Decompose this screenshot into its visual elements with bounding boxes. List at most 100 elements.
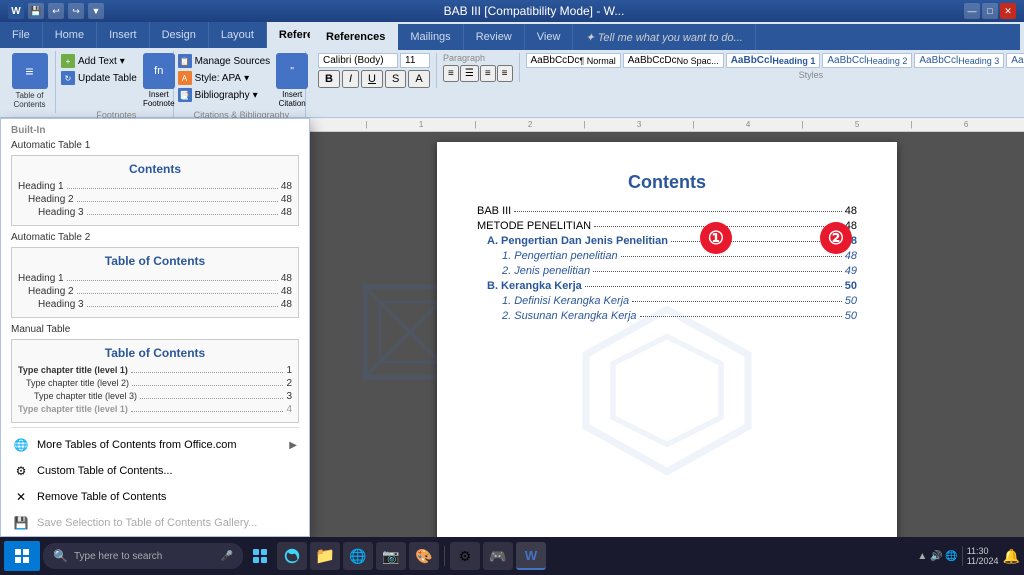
- custom-toc-item[interactable]: ⚙ Custom Table of Contents...: [1, 458, 309, 484]
- style-heading3[interactable]: AaBbCclHeading 3: [914, 53, 1004, 68]
- built-in-label: Built-In: [1, 119, 309, 138]
- close-button[interactable]: ✕: [1000, 3, 1016, 19]
- manual-table-l4: Type chapter title (level 1)4: [18, 403, 292, 416]
- align-center-btn[interactable]: ☰: [460, 65, 479, 82]
- style-heading2[interactable]: AaBbCclHeading 2: [822, 53, 912, 68]
- toc-entry-3: 1. Pengertian penelitian 48: [477, 250, 857, 262]
- style-normal[interactable]: AaBbCcDc¶ Normal: [526, 53, 621, 68]
- redo-icon[interactable]: ↪: [68, 3, 84, 19]
- insert-citation-btn[interactable]: ": [276, 53, 308, 89]
- tab-view-right[interactable]: View: [525, 24, 574, 50]
- task-view-btn[interactable]: [246, 542, 274, 570]
- app1-btn[interactable]: 🌐: [343, 542, 373, 570]
- style-btn[interactable]: A Style: APA▾: [175, 70, 274, 86]
- auto-table1-preview[interactable]: Contents Heading 148 Heading 248 Heading…: [11, 155, 299, 226]
- manual-table-label: Manual Table: [1, 322, 309, 335]
- manage-sources-btn[interactable]: 📋 Manage Sources: [175, 53, 274, 69]
- font-name-selector[interactable]: Calibri (Body): [318, 53, 398, 68]
- toc-button[interactable]: ≡: [12, 53, 48, 89]
- styles-group: AaBbCcDc¶ Normal AaBbCcDcNo Spac... AaBb…: [526, 53, 1024, 80]
- auto-table2-label: Automatic Table 2: [1, 230, 309, 243]
- minimize-button[interactable]: —: [964, 3, 980, 19]
- tray-icons: ▲ 🔊 🌐: [917, 551, 957, 562]
- toc-entry-1: METODE PENELITIAN 48: [477, 220, 857, 232]
- tab-review-right[interactable]: Review: [464, 24, 525, 50]
- add-text-btn[interactable]: + Add Text▾: [58, 53, 140, 69]
- auto-table1-title: Contents: [18, 162, 292, 176]
- restore-button[interactable]: □: [982, 3, 998, 19]
- font-group: Calibri (Body) 11 B I U S A: [318, 53, 437, 88]
- edge-icon-btn[interactable]: [277, 542, 307, 570]
- italic-btn[interactable]: I: [342, 70, 359, 88]
- underline-btn[interactable]: U: [361, 70, 383, 88]
- app3-icon: 🎨: [415, 548, 432, 565]
- tab-home[interactable]: Home: [43, 22, 97, 48]
- highlight-btn[interactable]: A: [408, 70, 429, 88]
- font-size-selector[interactable]: 11: [400, 53, 430, 68]
- bibliography-btn[interactable]: 📑 Bibliography▾: [175, 87, 274, 103]
- bold-btn[interactable]: B: [318, 70, 340, 88]
- document-page: Contents BAB III 48 METODE PENELITIAN: [437, 142, 897, 575]
- save-selection-item[interactable]: 💾 Save Selection to Table of Contents Ga…: [1, 510, 309, 536]
- undo-icon[interactable]: ↩: [48, 3, 64, 19]
- notification-icon[interactable]: 🔔: [1003, 548, 1020, 565]
- app5-btn[interactable]: 🎮: [483, 542, 513, 570]
- app2-icon: 📷: [382, 548, 399, 565]
- app2-btn[interactable]: 📷: [376, 542, 406, 570]
- insert-footnote-btn[interactable]: fn: [143, 53, 175, 89]
- toc-entry-4: 2. Jenis penelitian 49: [477, 265, 857, 277]
- tab-insert[interactable]: Insert: [97, 22, 150, 48]
- search-bar[interactable]: 🔍 Type here to search 🎤: [43, 543, 243, 569]
- tab-layout[interactable]: Layout: [209, 22, 267, 48]
- insert-citation-label: InsertCitation: [279, 90, 306, 108]
- toc-group: ≡ Table ofContents: [4, 51, 56, 113]
- ruler: |1|2|3|4|5|6: [310, 118, 1024, 132]
- style-no-spacing[interactable]: AaBbCcDcNo Spac...: [623, 53, 724, 68]
- app5-icon: 🎮: [489, 548, 506, 565]
- search-placeholder: Type here to search: [74, 551, 162, 562]
- divider1: [11, 427, 299, 428]
- app4-btn[interactable]: ⚙: [450, 542, 480, 570]
- start-button[interactable]: [4, 541, 40, 571]
- align-right-btn[interactable]: ≡: [480, 65, 496, 82]
- auto-table2-preview[interactable]: Table of Contents Heading 148 Heading 24…: [11, 247, 299, 318]
- toc-entry-5: B. Kerangka Kerja 50: [477, 280, 857, 292]
- doc-scroll-area[interactable]: Contents BAB III 48 METODE PENELITIAN: [310, 132, 1024, 575]
- app3-btn[interactable]: 🎨: [409, 542, 439, 570]
- arrow-icon: ▶: [289, 440, 297, 451]
- paragraph-group: Paragraph ≡ ☰ ≡ ≡: [443, 53, 520, 82]
- app4-icon: ⚙: [459, 548, 472, 565]
- system-clock: 11:3011/2024: [967, 546, 999, 566]
- toc-entry-2: A. Pengertian Dan Jenis Penelitian 48: [477, 235, 857, 247]
- align-left-btn[interactable]: ≡: [443, 65, 459, 82]
- tab-design[interactable]: Design: [150, 22, 209, 48]
- styles-label: Styles: [526, 70, 1024, 80]
- tab-mailings-right[interactable]: Mailings: [398, 24, 463, 50]
- tab-tellme-right[interactable]: ✦ Tell me what you want to do...: [573, 24, 755, 50]
- customize-icon[interactable]: ▼: [88, 3, 104, 19]
- badge-1: ①: [700, 222, 732, 254]
- tray-divider: [962, 546, 963, 566]
- justify-btn[interactable]: ≡: [497, 65, 513, 82]
- windows-icon: [14, 548, 30, 564]
- folder-icon-btn[interactable]: 📁: [310, 542, 340, 570]
- update-table-btn[interactable]: ↻ Update Table: [58, 70, 140, 86]
- taskbar: 🔍 Type here to search 🎤 📁 🌐 📷 🎨 ⚙: [0, 537, 1024, 575]
- tab-references-right[interactable]: References: [314, 24, 398, 50]
- word-taskbar-icon: W: [525, 548, 537, 563]
- manual-table-preview[interactable]: Table of Contents Type chapter title (le…: [11, 339, 299, 423]
- style-heading1[interactable]: AaBbCclHeading 1: [726, 53, 821, 68]
- strikethrough-btn[interactable]: S: [385, 70, 406, 88]
- more-tables-item[interactable]: 🌐 More Tables of Contents from Office.co…: [1, 432, 309, 458]
- title-text: BAB III [Compatibility Mode] - W...: [444, 4, 625, 18]
- tab-file[interactable]: File: [0, 22, 43, 48]
- word-taskbar-btn[interactable]: W: [516, 542, 546, 570]
- style-heading4[interactable]: AaBbCclHeading 4: [1006, 53, 1024, 68]
- quick-save-icon[interactable]: 💾: [28, 3, 44, 19]
- remove-toc-item[interactable]: ✕ Remove Table of Contents: [1, 484, 309, 510]
- toc-entry-7: 2. Susunan Kerangka Kerja 50: [477, 310, 857, 322]
- paragraph-label: Paragraph: [443, 53, 513, 63]
- manual-table-title: Table of Contents: [18, 346, 292, 360]
- system-tray: ▲ 🔊 🌐 11:3011/2024 🔔: [917, 546, 1020, 566]
- auto-table1-label: Automatic Table 1: [1, 138, 309, 151]
